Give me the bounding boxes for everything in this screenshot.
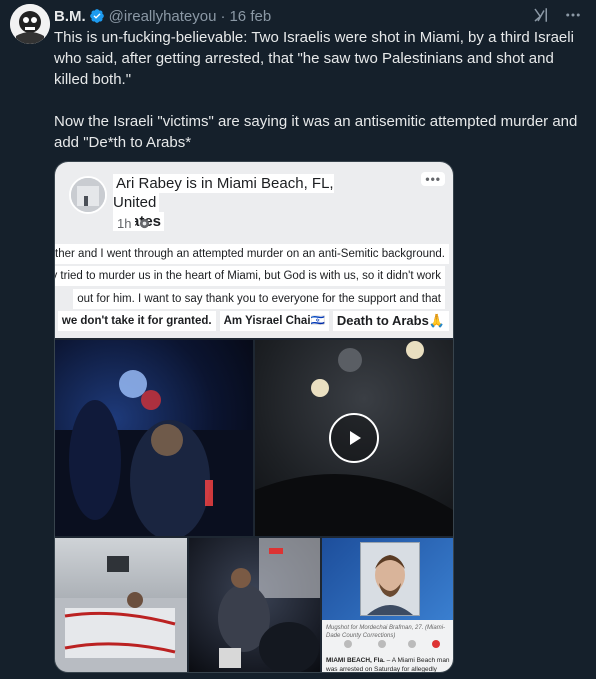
tweet-date[interactable]: 16 feb [229,8,271,25]
news-article-screenshot[interactable]: Mugshot for Mordechai Brafman, 27. (Miam… [322,538,453,672]
author-name[interactable]: B.M. [54,8,86,25]
tweet-header: B.M. @ireallyhateyou · 16 feb [54,6,271,26]
grok-icon[interactable] [532,6,550,24]
more-horizontal-icon[interactable] [564,6,582,24]
fb-text-line-4b: Am Yisrael Chai🇮🇱 [219,311,329,331]
shattered-windshield-video[interactable] [255,340,453,536]
tweet-text-paragraph-2: Now the Israeli "victims" are saying it … [54,113,578,151]
fb-title-line-1: Ari Rabey is in Miami Beach, FL, United [113,174,334,212]
fb-avatar-image [71,178,105,212]
play-button[interactable] [329,413,379,463]
tweet-text-paragraph-1: This is un-fucking-believable: Two Israe… [54,29,574,88]
hospital-bed-photo[interactable] [55,538,187,672]
fb-avatar [69,176,107,214]
share-icons-row [344,640,440,648]
fb-time-label: 1h [113,216,136,231]
fb-text-line-4: we don't take it for granted. Am Yisrael… [57,311,449,331]
tweet-media[interactable]: Ari Rabey is in Miami Beach, FL, United … [54,161,454,673]
fb-text-line-3: out for him. I want to say thank you to … [73,289,445,309]
separator-dot: · [220,7,226,25]
fb-more-button: ••• [421,172,445,186]
news-body: MIAMI BEACH, Fla. – A Miami Beach man wa… [326,656,450,672]
ambulance-graphic [218,538,320,672]
police-photo-graphic [55,370,253,536]
verified-badge-icon [89,9,104,23]
fb-time: 1h [113,216,150,231]
tweet-top-actions [532,6,582,24]
fb-text-line-4a: we don't take it for granted. [57,311,216,331]
fb-text-line-1: My father and I went through an attempte… [55,244,449,264]
tweet-text: This is un-fucking-believable: Two Israe… [54,27,584,153]
police-night-photo[interactable] [55,340,253,536]
hospital-graphic [55,556,187,672]
avatar-image [10,4,50,44]
author-handle[interactable]: @ireallyhateyou [109,8,217,25]
fb-title: Ari Rabey is in Miami Beach, FL, United … [113,174,369,231]
globe-icon [140,218,150,229]
news-dateline: MIAMI BEACH, Fla. [326,657,385,664]
mugshot-graphic [367,555,413,615]
mugshot-panel [322,538,453,620]
fb-text-line-4c: Death to Arabs🙏 [332,311,449,331]
fb-text-line-2: They tried to murder us in the heart of … [55,266,445,286]
play-icon [350,431,361,445]
ambulance-scene-photo[interactable] [189,538,320,672]
mugshot-photo [360,542,420,616]
author-avatar[interactable] [10,4,50,44]
facebook-post-screenshot[interactable]: Ari Rabey is in Miami Beach, FL, United … [55,162,453,338]
